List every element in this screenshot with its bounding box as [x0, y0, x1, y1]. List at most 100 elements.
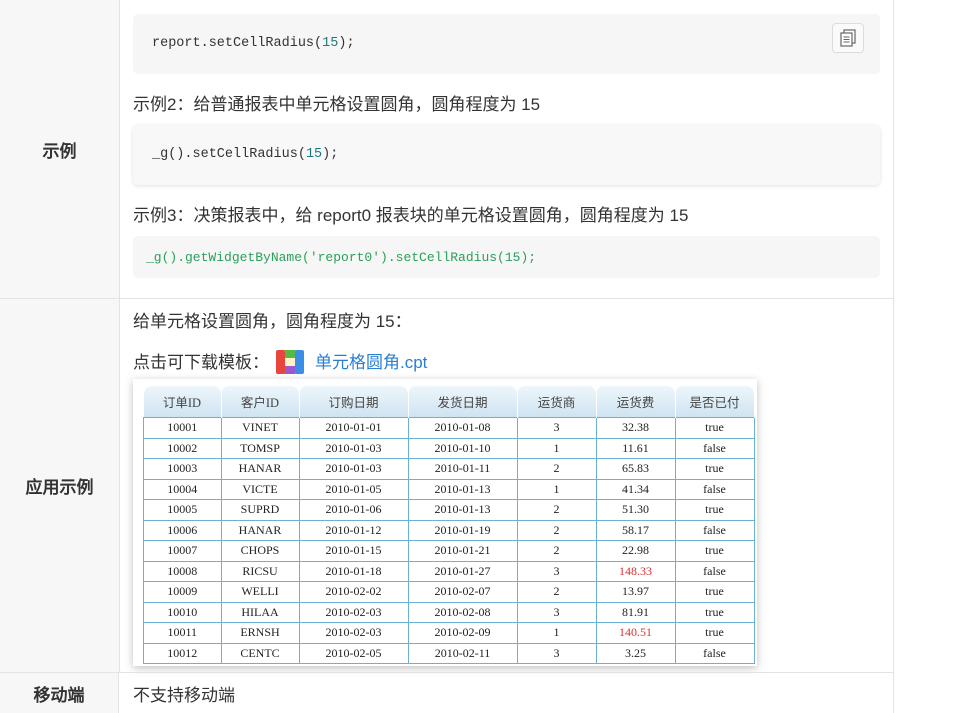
report-row: 10009 WELLI 2010-02-02 2010-02-07 2 13.97 true — [143, 581, 755, 603]
report-cell: 2010-01-11 — [407, 458, 518, 480]
report-row: 10006 HANAR 2010-01-12 2010-01-19 2 58.17 fals… — [143, 519, 755, 541]
report-cell: WELLI — [220, 581, 300, 603]
example-label: 示例 — [0, 0, 120, 298]
report-row: 10008 RICSU 2010-01-18 2010-01-27 3 148.33 fal… — [143, 560, 755, 582]
report-cell: 3 — [516, 417, 597, 439]
report-cell: 2010-02-09 — [407, 622, 518, 644]
report-cell: 10003 — [143, 458, 222, 480]
report-row: 10004 VICTE 2010-01-05 2010-01-13 1 41.34 fals… — [143, 478, 755, 500]
report-cell: SUPRD — [220, 499, 300, 521]
report-cell: CHOPS — [220, 540, 300, 562]
report-cell: 1 — [516, 437, 597, 459]
report-column-header: 运货商 — [517, 386, 597, 418]
report-cell: 10006 — [143, 519, 222, 541]
report-cell: false — [674, 478, 755, 500]
example-content: report.setCellRadius(15); 示例2：给普通报表中单元格设… — [120, 0, 894, 298]
report-row: 10001 VINET 2010-01-01 2010-01-08 3 32.38 true — [143, 417, 755, 439]
report-cell: 10002 — [143, 437, 222, 459]
report-cell: HILAA — [220, 601, 300, 623]
mobile-description: 不支持移动端 — [133, 686, 235, 705]
report-cell: 2010-01-21 — [407, 540, 518, 562]
report-cell: 2010-01-19 — [407, 519, 518, 541]
copy-button[interactable] — [832, 23, 864, 53]
report-cell: 2010-01-08 — [407, 417, 518, 439]
report-cell: 148.33 — [595, 560, 676, 582]
report-cell: 1 — [516, 478, 597, 500]
report-cell: 10011 — [143, 622, 222, 644]
report-cell: 2010-01-03 — [298, 437, 409, 459]
report-cell: 2010-01-13 — [407, 499, 518, 521]
report-cell: 2010-02-03 — [298, 601, 409, 623]
report-column-header: 发货日期 — [408, 386, 518, 418]
download-line: 点击可下载模板： 单元格圆角.cpt — [133, 348, 427, 377]
report-row: 10005 SUPRD 2010-01-06 2010-01-13 2 51.30 true — [143, 499, 755, 521]
report-cell: false — [674, 560, 755, 582]
application-description: 给单元格设置圆角，圆角程度为 15： — [133, 312, 412, 331]
application-row: 应用示例 给单元格设置圆角，圆角程度为 15： 点击可下载模板： 单元格圆角.c… — [0, 299, 894, 672]
report-cell: CENTC — [220, 642, 300, 664]
report-cell: 10010 — [143, 601, 222, 623]
report-cell: 11.61 — [595, 437, 676, 459]
code-block-3: _g().getWidgetByName('report0').setCellR… — [133, 236, 880, 278]
report-row: 10003 HANAR 2010-01-03 2010-01-11 2 65.83 true — [143, 458, 755, 480]
download-prefix: 点击可下载模板： — [133, 353, 269, 372]
report-cell: 2010-02-02 — [298, 581, 409, 603]
report-cell: VINET — [220, 417, 300, 439]
report-cell: 2010-01-03 — [298, 458, 409, 480]
application-label: 应用示例 — [0, 299, 120, 672]
report-cell: 2010-02-08 — [407, 601, 518, 623]
report-cell: 2010-02-11 — [407, 642, 518, 664]
report-cell: true — [674, 540, 755, 562]
report-cell: VICTE — [220, 478, 300, 500]
report-cell: 2 — [516, 581, 597, 603]
report-cell: RICSU — [220, 560, 300, 582]
report-cell: true — [674, 499, 755, 521]
report-cell: 41.34 — [595, 478, 676, 500]
report-cell: true — [674, 622, 755, 644]
report-cell: 2010-01-01 — [298, 417, 409, 439]
copy-icon — [840, 29, 856, 47]
report-cell: HANAR — [220, 519, 300, 541]
report-cell: 3.25 — [595, 642, 676, 664]
report-cell: true — [674, 417, 755, 439]
report-column-header: 订单ID — [143, 386, 222, 418]
download-file-link[interactable]: 单元格圆角.cpt — [315, 353, 427, 372]
report-preview: 订单ID 客户ID 订购日期 发货日期 运货商 运货费 是否已付 10001 VINET 201… — [133, 379, 757, 666]
report-cell: 3 — [516, 642, 597, 664]
report-cell: 2 — [516, 519, 597, 541]
report-cell: true — [674, 601, 755, 623]
report-cell: 10001 — [143, 417, 222, 439]
report-row: 10007 CHOPS 2010-01-15 2010-01-21 2 22.98 true — [143, 540, 755, 562]
report-cell: 51.30 — [595, 499, 676, 521]
mobile-row: 移动端 不支持移动端 — [0, 673, 894, 713]
report-cell: 2010-02-05 — [298, 642, 409, 664]
report-cell: 2010-01-12 — [298, 519, 409, 541]
report-cell: 140.51 — [595, 622, 676, 644]
report-cell: 2010-01-18 — [298, 560, 409, 582]
report-cell: 2 — [516, 499, 597, 521]
report-cell: 1 — [516, 622, 597, 644]
report-row: 10011 ERNSH 2010-02-03 2010-02-09 1 140.51 tru… — [143, 622, 755, 644]
report-cell: 2010-01-13 — [407, 478, 518, 500]
report-cell: 10008 — [143, 560, 222, 582]
report-column-header: 客户ID — [221, 386, 300, 418]
report-cell: true — [674, 458, 755, 480]
application-content: 给单元格设置圆角，圆角程度为 15： 点击可下载模板： 单元格圆角.cpt 订单… — [120, 299, 894, 672]
report-cell: 2010-01-27 — [407, 560, 518, 582]
report-cell: 10007 — [143, 540, 222, 562]
report-cell: 2010-01-15 — [298, 540, 409, 562]
code-3-text: _g().getWidgetByName('report0').setCellR… — [146, 250, 537, 265]
example-row: 示例 report.setCellRadius(15); 示例2：给普通报表中单… — [0, 0, 894, 298]
report-cell: HANAR — [220, 458, 300, 480]
report-cell: 2 — [516, 458, 597, 480]
report-row: 10010 HILAA 2010-02-03 2010-02-08 3 81.91 true — [143, 601, 755, 623]
report-cell: 2010-01-10 — [407, 437, 518, 459]
report-cell: ERNSH — [220, 622, 300, 644]
report-table: 订单ID 客户ID 订购日期 发货日期 运货商 运货费 是否已付 10001 VINET 201… — [143, 386, 755, 664]
cpt-file-icon — [276, 349, 304, 374]
report-cell: false — [674, 519, 755, 541]
report-cell: 3 — [516, 601, 597, 623]
mobile-label: 移动端 — [0, 673, 119, 713]
report-cell: 3 — [516, 560, 597, 582]
report-column-header: 是否已付 — [675, 386, 755, 418]
